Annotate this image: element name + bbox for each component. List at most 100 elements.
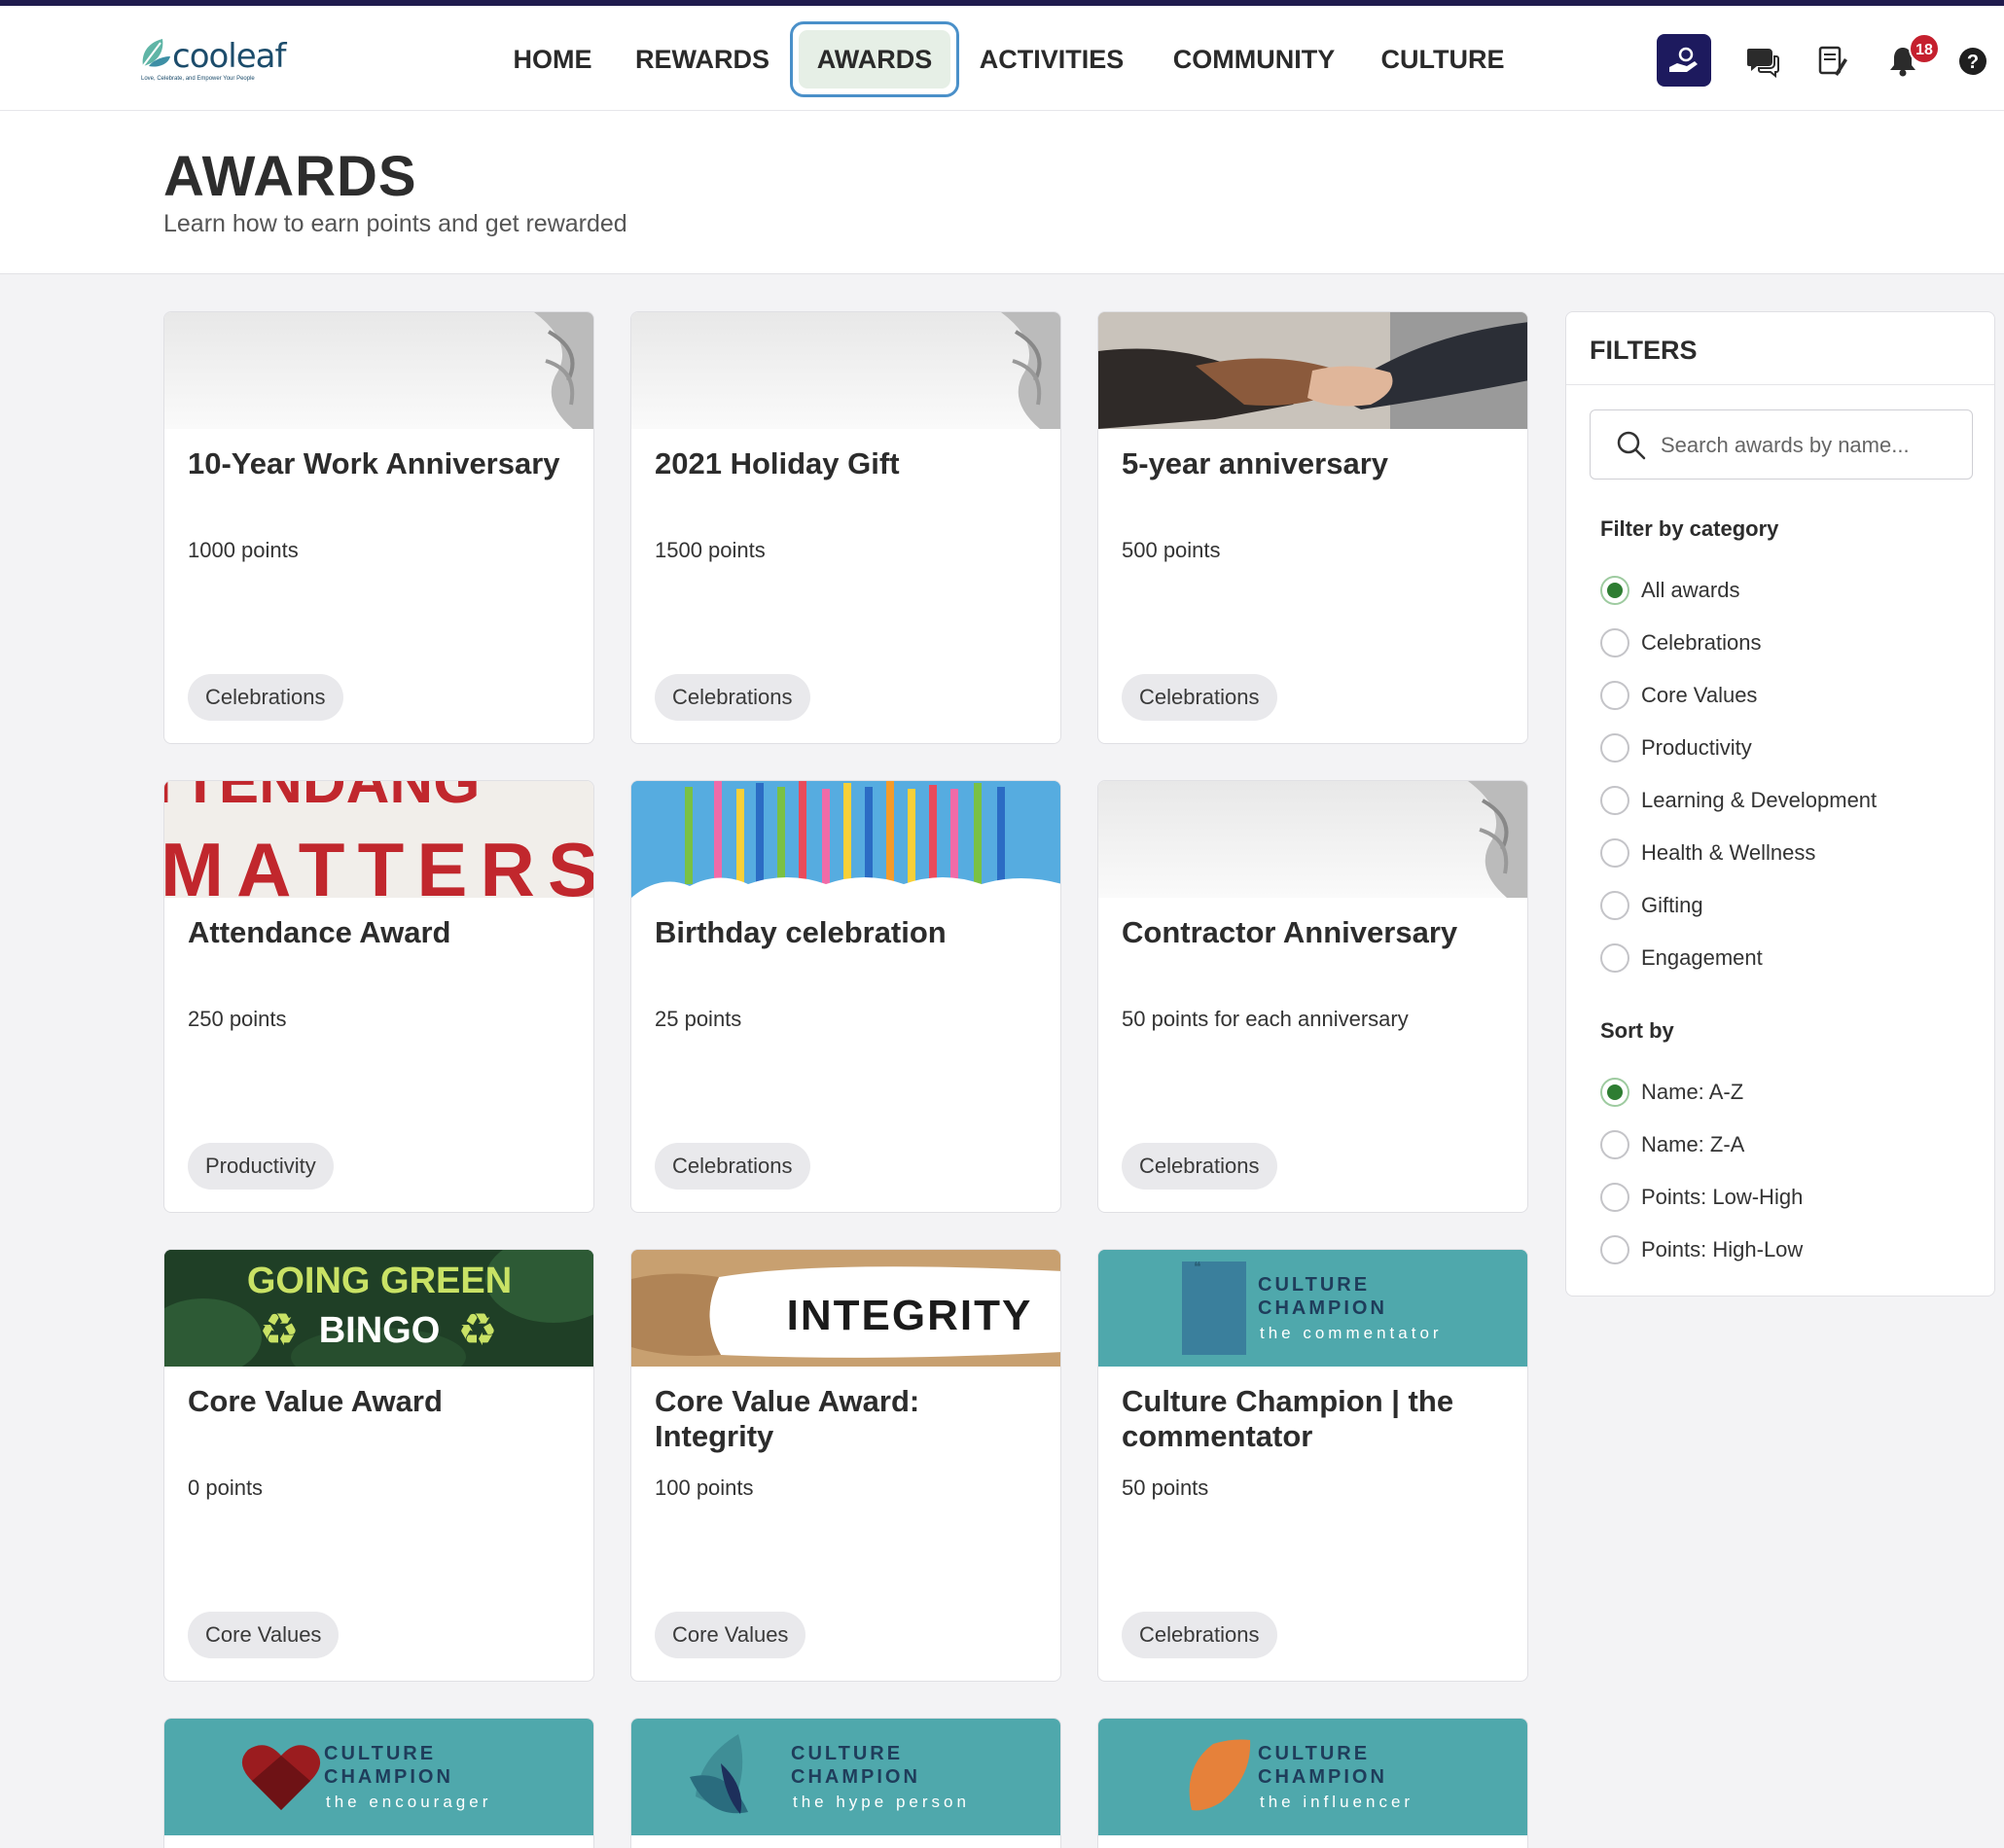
category-option[interactable]: Celebrations [1600,625,1762,660]
champion-line1: CULTURE [791,1743,903,1764]
radio-button[interactable] [1600,628,1629,657]
notification-count-badge: 18 [1909,33,1940,64]
cooleaf-logo[interactable]: cooleaf Love, Celebrate, and Empower You… [139,35,295,89]
nav-community[interactable]: COMMUNITY [1163,21,1344,97]
award-card[interactable]: 5-year anniversary 500 points Celebratio… [1097,311,1528,744]
bingo-line2: BINGO [319,1310,441,1351]
recycle-icon: ♻ [457,1303,497,1356]
award-card[interactable]: INTEGRITY Core Value Award: Integrity 10… [630,1249,1061,1682]
nav-home-label: HOME [513,45,592,74]
award-image: TTENDANG MATTERS [164,781,593,898]
award-card[interactable]: TTENDANG MATTERS Attendance Award 250 po… [163,780,594,1213]
radio-button[interactable] [1600,943,1629,973]
radio-button[interactable] [1600,838,1629,868]
option-label: Points: High-Low [1641,1237,1804,1262]
page-title: AWARDS [163,145,417,208]
radio-button[interactable] [1600,891,1629,920]
nav-culture[interactable]: CULTURE [1379,21,1506,97]
radio-button[interactable] [1600,681,1629,710]
category-option[interactable]: Health & Wellness [1600,835,1815,871]
category-option[interactable]: Core Values [1600,678,1757,713]
champion-subtitle: the commentator [1260,1324,1443,1342]
category-tag[interactable]: Core Values [655,1612,806,1658]
option-label: Celebrations [1641,630,1762,655]
category-tag[interactable]: Celebrations [1122,674,1277,721]
logo-wordmark: cooleaf [172,37,286,76]
nav-home[interactable]: HOME [506,21,599,97]
award-card[interactable]: 2021 Holiday Gift 1500 points Celebratio… [630,311,1061,744]
document-button[interactable] [1809,38,1856,85]
radio-button[interactable] [1600,1183,1629,1212]
category-tag[interactable]: Celebrations [188,674,343,721]
award-card[interactable]: CULTURE CHAMPION the hype person [630,1718,1061,1848]
award-title: Core Value Award [188,1384,443,1418]
category-tag[interactable]: Celebrations [1122,1612,1277,1658]
category-tag[interactable]: Celebrations [655,674,810,721]
attendance-line1: TTENDANG [164,781,480,816]
category-option[interactable]: Gifting [1600,888,1703,923]
search-input[interactable] [1661,428,1952,463]
award-title: Attendance Award [188,915,451,949]
navbar: cooleaf Love, Celebrate, and Empower You… [0,6,2004,111]
champion-line1: CULTURE [1258,1274,1370,1296]
nav-activities[interactable]: ACTIVITIES [975,21,1128,97]
category-option[interactable]: Learning & Development [1600,783,1877,818]
help-button[interactable]: ? [1950,38,1996,85]
integrity-word: INTEGRITY [787,1292,1033,1339]
category-tag[interactable]: Celebrations [1122,1143,1277,1190]
radio-button[interactable] [1600,733,1629,763]
filters-panel: FILTERS Filter by category All awards Ce… [1565,311,1995,1297]
search-icon [1617,431,1646,460]
culture-champion-image: ❝ CULTURE CHAMPION the commentator [1098,1250,1527,1367]
award-image [164,312,593,429]
award-title: 2021 Holiday Gift [655,446,900,480]
nav-awards-label: AWARDS [816,45,933,74]
sort-option[interactable]: Points: High-Low [1600,1232,1803,1267]
award-card[interactable]: ❝ CULTURE CHAMPION the commentator Cultu… [1097,1249,1528,1682]
award-image [1098,312,1527,429]
category-tag[interactable]: Productivity [188,1143,334,1190]
radio-button[interactable] [1600,1078,1629,1107]
award-image: INTEGRITY [631,1250,1060,1367]
sort-option[interactable]: Name: A-Z [1600,1075,1743,1110]
category-tag[interactable]: Core Values [188,1612,340,1658]
filters-divider [1566,384,1994,385]
radio-button[interactable] [1600,786,1629,815]
integrity-image: INTEGRITY [631,1250,1060,1367]
option-label: All awards [1641,578,1740,602]
award-card[interactable]: Contractor Anniversary 50 points for eac… [1097,780,1528,1213]
recycle-icon: ♻ [259,1303,299,1356]
award-points: 100 points [655,1475,754,1500]
bingo-line1: GOING GREEN [247,1261,512,1301]
radio-button[interactable] [1600,1235,1629,1264]
category-option[interactable]: Engagement [1600,941,1763,976]
champion-subtitle: the encourager [326,1793,491,1811]
award-card[interactable]: Birthday celebration 25 points Celebrati… [630,780,1061,1213]
award-image [631,781,1060,898]
award-card[interactable]: GOING GREEN BINGO ♻ ♻ Core Value Award 0… [163,1249,594,1682]
radio-button[interactable] [1600,576,1629,605]
search-field[interactable] [1590,409,1973,480]
radio-button[interactable] [1600,1130,1629,1159]
category-option[interactable]: All awards [1600,573,1739,608]
award-card[interactable]: CULTURE CHAMPION the encourager [163,1718,594,1848]
award-card[interactable]: 10-Year Work Anniversary 1000 points Cel… [163,311,594,744]
sort-option[interactable]: Name: Z-A [1600,1127,1744,1162]
option-label: Name: Z-A [1641,1132,1745,1156]
champion-line2: CHAMPION [1258,1766,1387,1788]
award-points: 25 points [655,1007,742,1031]
option-label: Core Values [1641,683,1758,707]
chat-button[interactable] [1739,38,1786,85]
award-points: 1000 points [188,538,299,562]
nav-awards[interactable]: AWARDS [790,21,959,97]
logo-tagline: Love, Celebrate, and Empower Your People [141,76,255,82]
nav-rewards[interactable]: REWARDS [632,21,772,97]
award-points: 50 points for each anniversary [1122,1007,1409,1031]
give-recognition-button[interactable] [1657,34,1711,87]
leaf-logo-icon [142,39,170,67]
champion-line2: CHAMPION [324,1766,453,1788]
category-tag[interactable]: Celebrations [655,1143,810,1190]
award-card[interactable]: CULTURE CHAMPION the influencer [1097,1718,1528,1848]
sort-option[interactable]: Points: Low-High [1600,1180,1803,1215]
category-option[interactable]: Productivity [1600,730,1752,765]
